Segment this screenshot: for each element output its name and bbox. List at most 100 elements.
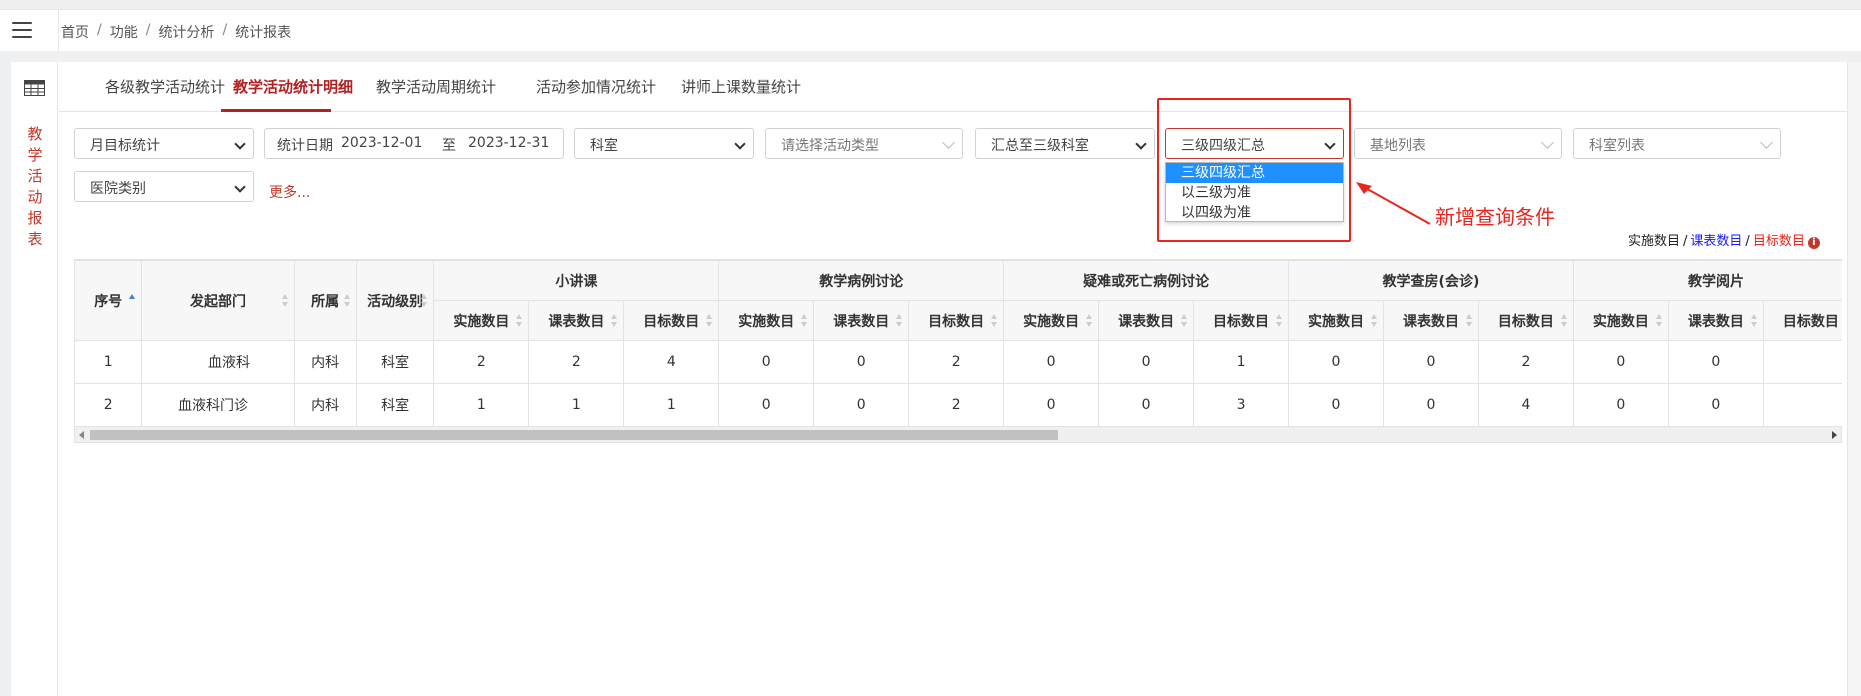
cell-value: 2 — [1477, 340, 1574, 384]
sort-icon[interactable] — [1370, 313, 1378, 328]
sub-header[interactable]: 实施数目 — [1572, 300, 1669, 341]
chevron-down-icon — [942, 136, 955, 149]
cell-value: 4 — [623, 340, 720, 384]
cell-value: 0 — [1667, 340, 1764, 384]
dropdown-option-combined[interactable]: 三级四级汇总 — [1166, 163, 1343, 183]
cell-value: 0 — [1382, 383, 1479, 426]
sub-header[interactable]: 实施数目 — [718, 300, 815, 341]
sort-icon[interactable] — [343, 293, 351, 308]
breadcrumb-function[interactable]: 功能 — [110, 22, 138, 42]
sort-icon[interactable] — [421, 293, 428, 308]
stats-table: 序号 发起部门 所属 活动级别 小讲课 教学病例讨论 疑难或死亡病例讨论 教学查… — [74, 260, 1842, 426]
dept-list-placeholder: 科室列表 — [1589, 138, 1645, 154]
dept-value: 科室 — [590, 138, 618, 154]
scroll-left-icon[interactable] — [79, 431, 84, 439]
more-filters-link[interactable]: 更多... — [269, 182, 310, 202]
tab-lecturer-count[interactable]: 讲师上课数量统计 — [681, 76, 801, 97]
dropdown-option-level4[interactable]: 以四级为准 — [1166, 203, 1343, 223]
tab-activity-detail[interactable]: 教学活动统计明细 — [233, 76, 353, 97]
activity-type-select[interactable]: 请选择活动类型 — [765, 128, 963, 159]
cell-value: 0 — [1098, 340, 1195, 384]
table-icon[interactable] — [24, 80, 45, 96]
breadcrumb-analysis[interactable]: 统计分析 — [158, 22, 214, 42]
base-list-select[interactable]: 基地列表 — [1354, 128, 1562, 159]
sub-header[interactable]: 目标数目 — [1193, 300, 1290, 341]
sort-icon[interactable] — [516, 313, 523, 328]
col-header-no[interactable]: 序号 — [74, 260, 143, 341]
sort-icon[interactable] — [706, 313, 713, 328]
horizontal-scrollbar[interactable] — [74, 426, 1842, 443]
col-header-belong[interactable]: 所属 — [293, 260, 357, 341]
sub-header[interactable]: 实施数目 — [1288, 300, 1384, 341]
breadcrumb: 首页 / 功能 / 统计分析 / 统计报表 — [61, 22, 291, 42]
cell-value: 3 — [1193, 383, 1290, 426]
stat-type-select[interactable]: 月目标统计 — [74, 128, 254, 159]
cell-level: 科室 — [355, 383, 435, 426]
sort-icon[interactable] — [991, 313, 998, 328]
sort-icon[interactable] — [1276, 313, 1283, 328]
group-header: 疑难或死亡病例讨论 — [1003, 260, 1290, 301]
cell-value: 0 — [1003, 383, 1100, 426]
sidebar-title-char: 表 — [27, 230, 43, 248]
sort-icon[interactable] — [1560, 313, 1568, 328]
cell-value: 2 — [433, 340, 530, 384]
info-icon[interactable]: i — [1807, 237, 1820, 249]
sort-icon[interactable] — [1655, 313, 1663, 328]
sub-header[interactable]: 实施数目 — [1003, 300, 1100, 341]
date-start-input[interactable]: 2023-12-01 — [341, 135, 422, 151]
sort-icon[interactable] — [611, 313, 618, 328]
col-header-level[interactable]: 活动级别 — [355, 260, 435, 341]
dept-select[interactable]: 科室 — [574, 128, 754, 159]
summary-level-select[interactable]: 汇总至三级科室 — [975, 128, 1155, 159]
sort-icon[interactable] — [1181, 313, 1188, 328]
cell-no: 2 — [74, 383, 143, 426]
sub-header[interactable]: 目标数目 — [908, 300, 1005, 341]
side-column: 教 学 活 动 报 表 — [11, 62, 58, 696]
sort-icon[interactable] — [129, 293, 136, 308]
sort-icon[interactable] — [1465, 313, 1473, 328]
scrollbar-thumb[interactable] — [90, 430, 1058, 440]
sort-icon[interactable] — [896, 313, 903, 328]
sub-header[interactable]: 课表数目 — [1667, 300, 1764, 341]
scroll-right-icon[interactable] — [1832, 431, 1837, 439]
date-range-field[interactable]: 统计日期 2023-12-01 至 2023-12-31 — [264, 128, 564, 159]
sub-header[interactable]: 目标数目 — [1477, 300, 1574, 341]
menu-icon[interactable] — [12, 22, 32, 40]
table-row[interactable]: 1 血液科 内科 科室 2 2 4 0 0 2 0 0 1 0 0 2 0 0 — [74, 340, 1842, 384]
sub-header[interactable]: 课表数目 — [1098, 300, 1195, 341]
sort-icon[interactable] — [1086, 313, 1093, 328]
level-aggregation-dropdown: 三级四级汇总 以三级为准 以四级为准 — [1165, 162, 1344, 222]
table-row[interactable]: 2 血液科门诊 内科 科室 1 1 1 0 0 2 0 0 3 0 0 4 0 0 — [74, 383, 1842, 426]
tab-participation[interactable]: 活动参加情况统计 — [536, 76, 656, 97]
sort-icon[interactable] — [281, 293, 289, 308]
right-scrollbar[interactable] — [1847, 62, 1861, 696]
chevron-down-icon — [734, 138, 746, 150]
cell-value: 0 — [1003, 340, 1100, 384]
sidebar-title-char: 学 — [27, 146, 43, 164]
sub-header[interactable]: 实施数目 — [433, 300, 530, 341]
dept-list-select[interactable]: 科室列表 — [1573, 128, 1781, 159]
cell-value: 2 — [908, 340, 1005, 384]
sub-header[interactable]: 课表数目 — [813, 300, 910, 341]
summary-level-value: 汇总至三级科室 — [991, 138, 1089, 154]
sub-header[interactable]: 课表数目 — [1382, 300, 1479, 341]
sidebar-title-char: 报 — [27, 209, 43, 227]
date-label: 统计日期 — [277, 138, 333, 154]
sub-header[interactable]: 目标数目 — [1762, 300, 1842, 341]
active-tab-indicator — [221, 109, 331, 112]
cell-value: 0 — [1288, 340, 1384, 384]
sub-header[interactable]: 课表数目 — [528, 300, 625, 341]
annotation-text: 新增查询条件 — [1435, 205, 1555, 229]
tab-level-activity-stats[interactable]: 各级教学活动统计 — [105, 76, 225, 97]
date-end-input[interactable]: 2023-12-31 — [468, 135, 549, 151]
sort-icon[interactable] — [1750, 313, 1758, 328]
dropdown-option-level3[interactable]: 以三级为准 — [1166, 183, 1343, 203]
col-header-dept[interactable]: 发起部门 — [141, 260, 295, 341]
sidebar-title-char: 教 — [27, 125, 43, 143]
sub-header[interactable]: 目标数目 — [623, 300, 720, 341]
tab-activity-period[interactable]: 教学活动周期统计 — [376, 76, 496, 97]
hospital-type-select[interactable]: 医院类别 — [74, 171, 254, 202]
cell-value: 0 — [1572, 340, 1669, 384]
breadcrumb-home[interactable]: 首页 — [61, 22, 89, 42]
sort-icon[interactable] — [801, 313, 808, 328]
